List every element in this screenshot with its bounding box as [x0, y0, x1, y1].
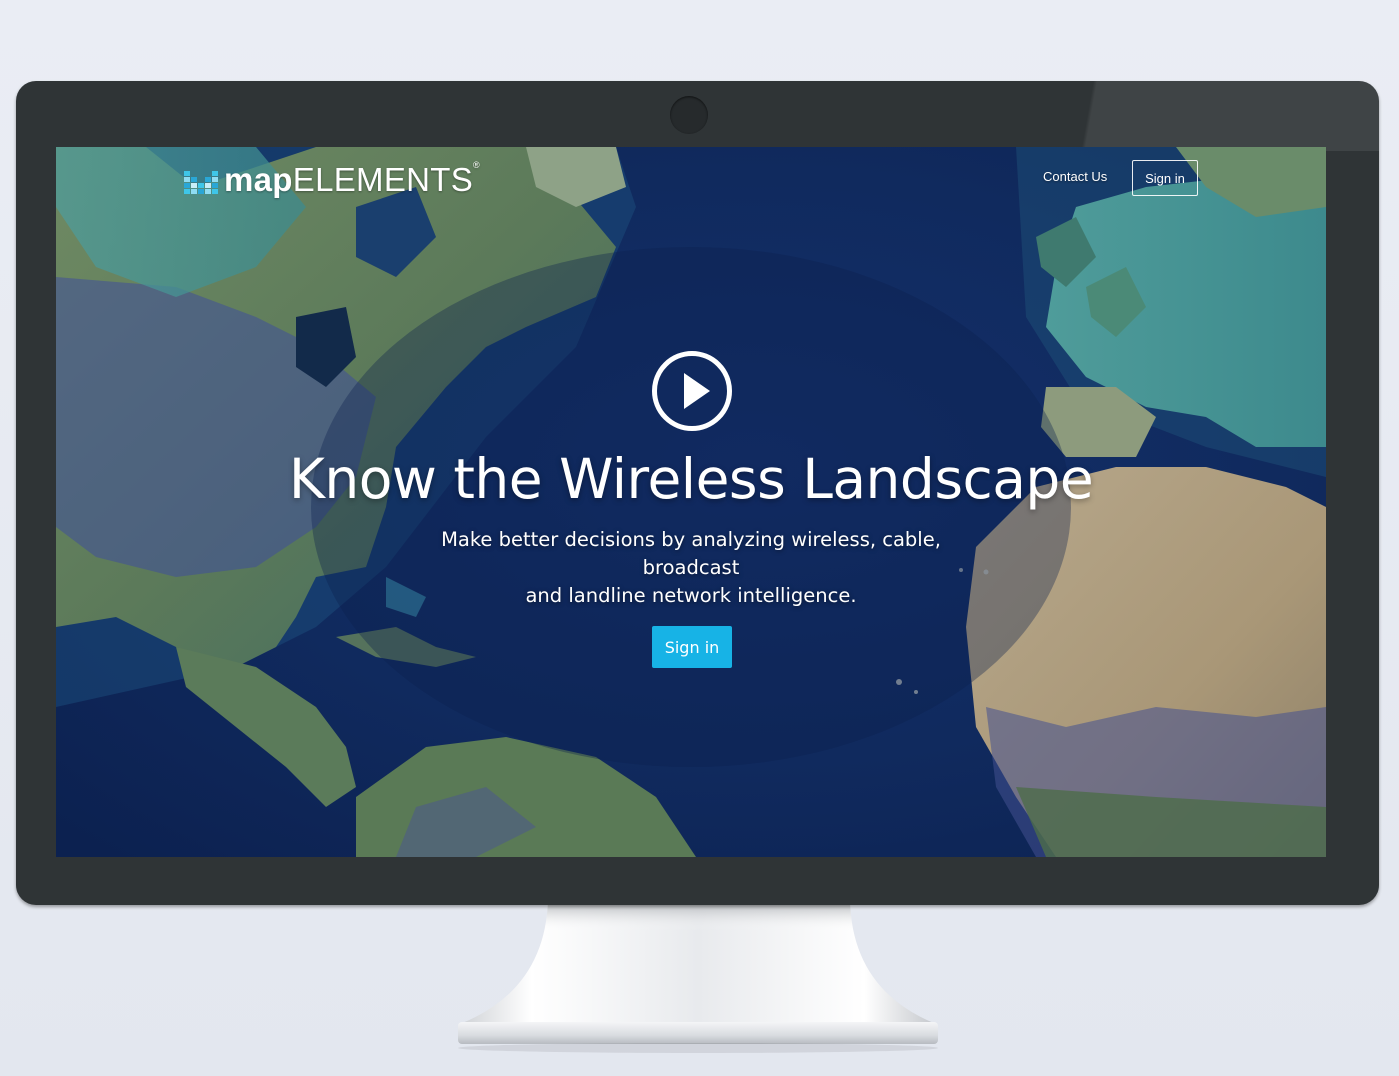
website-screen: mapELEMENTS® Contact Us Sign in Know the… — [56, 147, 1326, 857]
bezel-glare — [1019, 81, 1379, 151]
play-video-button[interactable] — [652, 351, 732, 431]
hero-title: Know the Wireless Landscape — [288, 447, 1094, 511]
logo-text-light: ELEMENTS — [292, 161, 474, 198]
device-mockup-stage: mapELEMENTS® Contact Us Sign in Know the… — [0, 0, 1399, 1076]
registered-mark: ® — [473, 160, 480, 170]
hero-subtitle-line2: and landline network intelligence. — [525, 584, 857, 607]
logo-text-bold: map — [224, 161, 293, 198]
play-circle-icon — [684, 373, 710, 409]
nav-signin-button[interactable]: Sign in — [1132, 160, 1198, 196]
hero-subtitle: Make better decisions by analyzing wirel… — [391, 526, 991, 610]
hero-signin-button[interactable]: Sign in — [652, 626, 732, 668]
nav-contact-us-link[interactable]: Contact Us — [1043, 169, 1107, 184]
monitor-bezel: mapELEMENTS® Contact Us Sign in Know the… — [16, 81, 1379, 905]
logo-wordmark: mapELEMENTS® — [224, 160, 480, 198]
logo-grid-icon — [184, 171, 218, 194]
webcam-icon — [670, 96, 708, 134]
brand-logo[interactable]: mapELEMENTS® — [184, 160, 480, 198]
hero-subtitle-line1: Make better decisions by analyzing wirel… — [441, 528, 941, 579]
